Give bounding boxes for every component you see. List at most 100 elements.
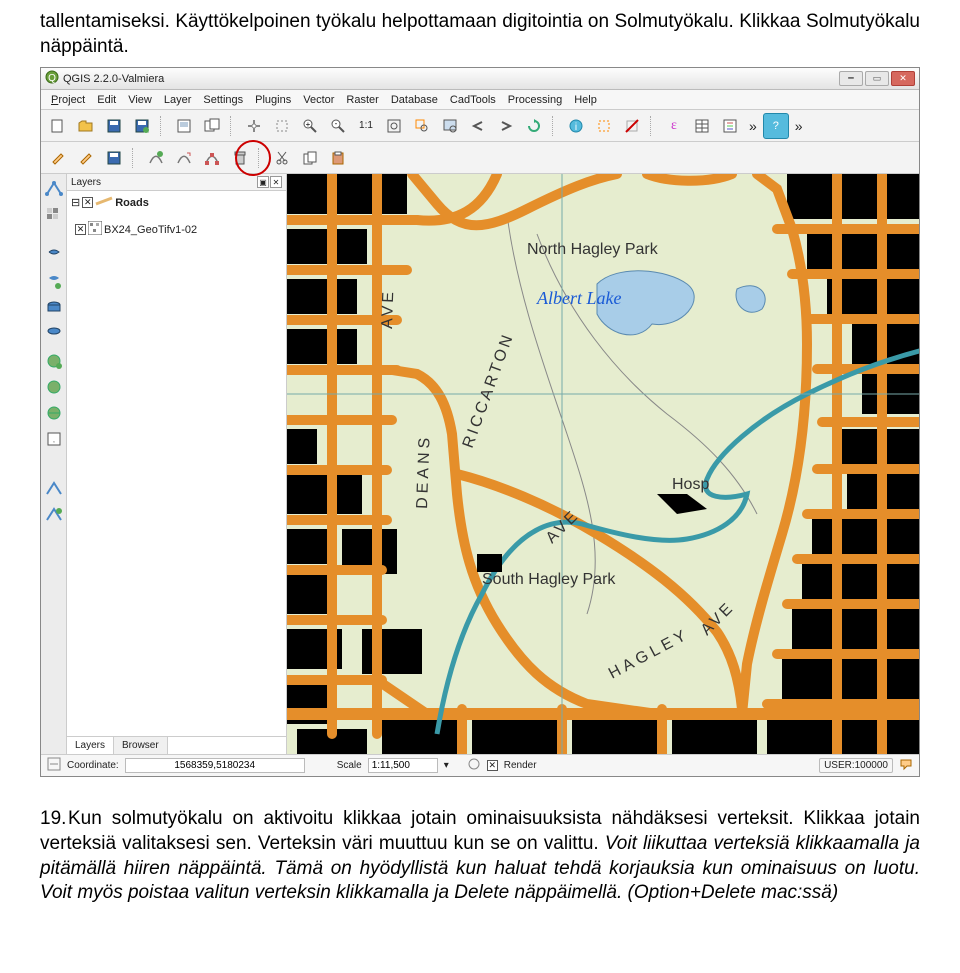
render-checkbox[interactable]: ✕ <box>487 760 498 771</box>
label-hosp: Hosp <box>672 476 709 493</box>
layer-bx24[interactable]: ✕ BX24_GeoTifv1-02 <box>71 220 282 239</box>
pan-button[interactable] <box>241 113 267 139</box>
close-button[interactable]: ✕ <box>891 71 915 86</box>
messages-icon[interactable] <box>899 757 913 774</box>
toggle-editing-button[interactable] <box>73 145 99 171</box>
zoom-last-button[interactable] <box>465 113 491 139</box>
coordinate-label: Coordinate: <box>67 760 119 771</box>
print-composer-button[interactable] <box>171 113 197 139</box>
raster-symbol-icon <box>88 221 102 238</box>
maximize-button[interactable]: ▭ <box>865 71 889 86</box>
intro-paragraph: tallentamiseksi. Käyttökelpoinen työkalu… <box>40 10 920 59</box>
select-button[interactable] <box>591 113 617 139</box>
scale-dropdown-icon[interactable]: ▾ <box>444 760 449 771</box>
menu-plugins[interactable]: Plugins <box>249 92 297 108</box>
zoom-selection-button[interactable] <box>409 113 435 139</box>
panel-tabs: Layers Browser <box>67 736 286 754</box>
label-ave1: AVE <box>379 289 397 329</box>
menu-settings[interactable]: Settings <box>197 92 249 108</box>
identify-button[interactable]: i <box>563 113 589 139</box>
map-canvas[interactable]: North Hagley Park Albert Lake South Hagl… <box>287 174 919 754</box>
toolbar-overflow-2[interactable]: » <box>791 118 807 134</box>
scale-input[interactable] <box>368 758 438 773</box>
menu-help[interactable]: Help <box>568 92 603 108</box>
add-feature-button[interactable] <box>143 145 169 171</box>
paste-button[interactable] <box>325 145 351 171</box>
node-tool-button[interactable] <box>199 145 225 171</box>
add-csv-button[interactable]: , <box>43 428 65 450</box>
label-albert-lake: Albert Lake <box>536 288 621 308</box>
add-raster-layer-button[interactable] <box>43 204 65 226</box>
save-project-as-button[interactable] <box>129 113 155 139</box>
layer-bx24-checkbox[interactable]: ✕ <box>75 224 86 235</box>
composer-manager-button[interactable] <box>199 113 225 139</box>
new-project-button[interactable] <box>45 113 71 139</box>
zoom-next-button[interactable] <box>493 113 519 139</box>
save-project-button[interactable] <box>101 113 127 139</box>
coordinate-input[interactable] <box>125 758 305 773</box>
tab-browser[interactable]: Browser <box>114 737 168 754</box>
qgis-icon: Q <box>45 70 59 87</box>
panel-undock-button[interactable]: ▣ <box>257 176 269 188</box>
menu-view[interactable]: View <box>122 92 158 108</box>
add-postgis-button[interactable] <box>43 246 65 268</box>
outro-paragraph: 19.Kun solmutyökalu on aktivoitu klikkaa… <box>40 807 920 906</box>
render-label: Render <box>504 760 537 771</box>
zoom-native-button[interactable]: 1:1 <box>353 113 379 139</box>
main-area: , Layers ▣ ✕ ⊟ ✕ Roads <box>41 174 919 754</box>
add-vector-layer-button[interactable] <box>43 178 65 200</box>
delete-selected-button[interactable] <box>227 145 253 171</box>
add-spatialite-button[interactable] <box>43 272 65 294</box>
menu-project[interactable]: Project <box>45 92 91 108</box>
panel-close-button[interactable]: ✕ <box>270 176 282 188</box>
zoom-layer-button[interactable] <box>437 113 463 139</box>
attribute-table-button[interactable] <box>689 113 715 139</box>
new-spatialite-button[interactable] <box>43 504 65 526</box>
layers-panel: Layers ▣ ✕ ⊟ ✕ Roads ✕ BX24_GeoTifv1-02 <box>67 174 287 754</box>
zoom-full-button[interactable] <box>381 113 407 139</box>
left-toolbar: , <box>41 174 67 754</box>
layers-panel-title: Layers <box>71 177 101 188</box>
current-edits-button[interactable] <box>45 145 71 171</box>
layer-roads[interactable]: ⊟ ✕ Roads <box>71 195 282 210</box>
new-shapefile-button[interactable] <box>43 478 65 500</box>
tab-layers[interactable]: Layers <box>67 737 114 754</box>
open-project-button[interactable] <box>73 113 99 139</box>
menu-edit[interactable]: Edit <box>91 92 122 108</box>
toolbar-overflow-1[interactable]: » <box>745 118 761 134</box>
qgis-window: Q QGIS 2.2.0-Valmiera ━ ▭ ✕ Project Edit… <box>40 67 920 777</box>
scale-label: Scale <box>337 760 362 771</box>
help-button[interactable]: ? <box>763 113 789 139</box>
menu-vector[interactable]: Vector <box>297 92 340 108</box>
copy-button[interactable] <box>297 145 323 171</box>
add-wms-button[interactable] <box>43 350 65 372</box>
layers-tree[interactable]: ⊟ ✕ Roads ✕ BX24_GeoTifv1-02 <box>67 191 286 736</box>
scale-lock-icon[interactable] <box>467 757 481 774</box>
menu-raster[interactable]: Raster <box>340 92 384 108</box>
save-edits-button[interactable] <box>101 145 127 171</box>
add-oracle-button[interactable] <box>43 324 65 346</box>
svg-text:-: - <box>335 119 338 128</box>
zoom-out-button[interactable]: - <box>325 113 351 139</box>
cut-button[interactable] <box>269 145 295 171</box>
zoom-in-button[interactable]: + <box>297 113 323 139</box>
toolbar-main: + - 1:1 i ε » ? » <box>41 110 919 142</box>
layer-roads-checkbox[interactable]: ✕ <box>82 197 93 208</box>
add-mssql-button[interactable] <box>43 298 65 320</box>
deselect-button[interactable] <box>619 113 645 139</box>
field-calc-button[interactable] <box>717 113 743 139</box>
move-feature-button[interactable] <box>171 145 197 171</box>
menu-cadtools[interactable]: CadTools <box>444 92 502 108</box>
minimize-button[interactable]: ━ <box>839 71 863 86</box>
menu-layer[interactable]: Layer <box>158 92 198 108</box>
add-wfs-button[interactable] <box>43 402 65 424</box>
crs-button[interactable]: USER:100000 <box>819 758 893 773</box>
refresh-button[interactable] <box>521 113 547 139</box>
expression-button[interactable]: ε <box>661 113 687 139</box>
pan-selection-button[interactable] <box>269 113 295 139</box>
line-symbol-icon <box>95 196 113 209</box>
toggle-extents-icon[interactable] <box>47 757 61 774</box>
add-wcs-button[interactable] <box>43 376 65 398</box>
menu-processing[interactable]: Processing <box>502 92 568 108</box>
menu-database[interactable]: Database <box>385 92 444 108</box>
